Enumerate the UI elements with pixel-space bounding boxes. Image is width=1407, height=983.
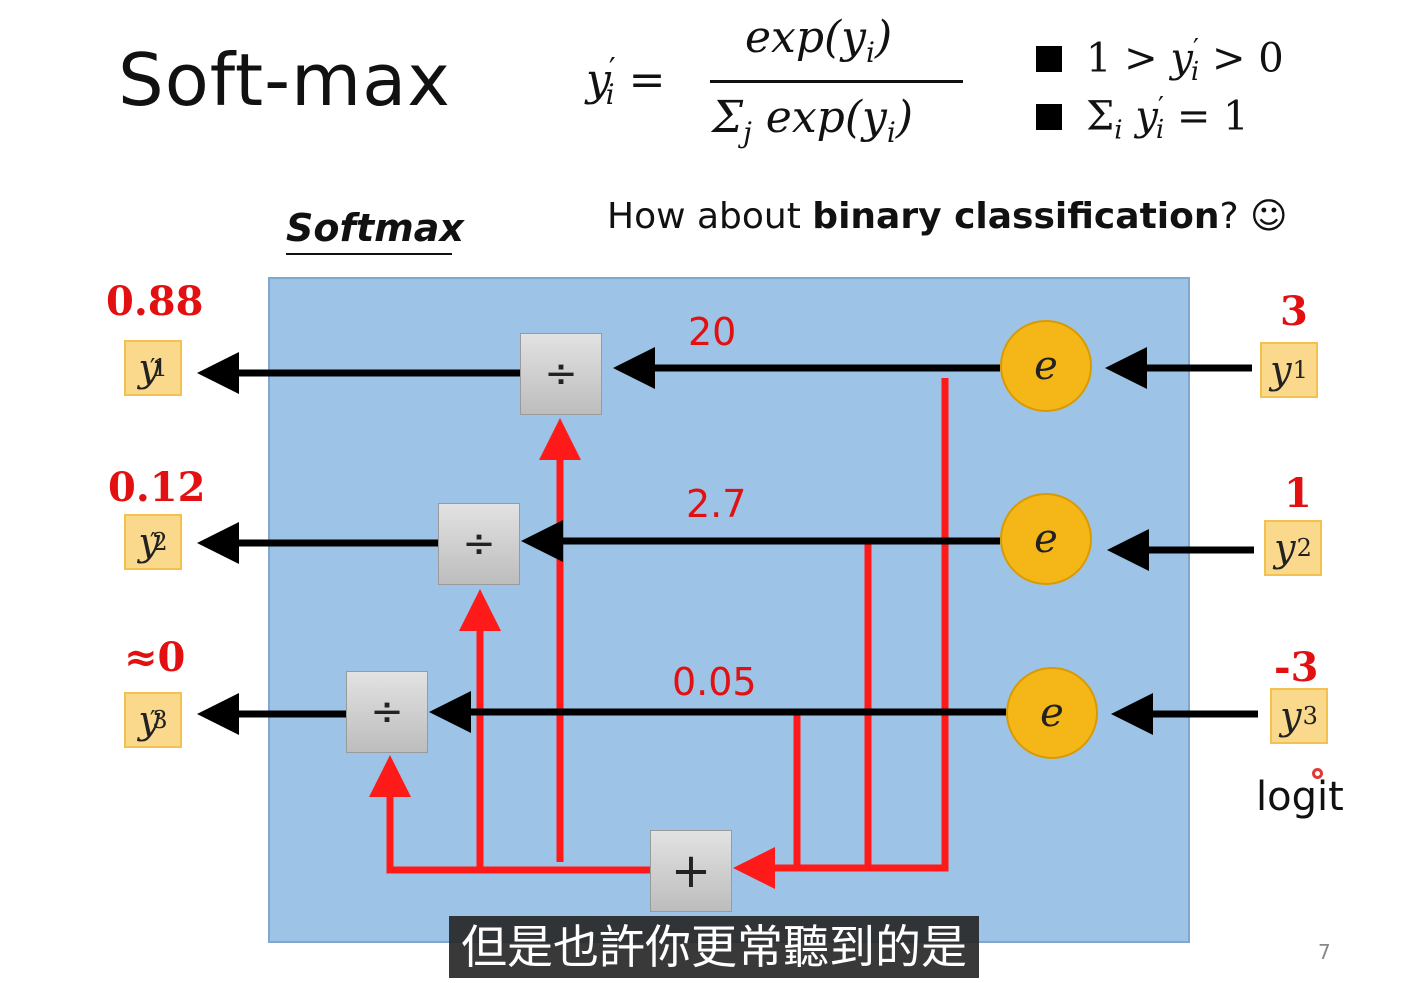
output-box-3: y ′ 3 <box>124 692 182 748</box>
laser-pointer-icon <box>1312 768 1323 779</box>
exp-value-3: 0.05 <box>672 660 757 704</box>
input-box-2: y2 <box>1264 520 1322 576</box>
exp-node-3: e <box>1006 667 1098 759</box>
input-value-1: 3 <box>1280 288 1308 335</box>
video-subtitle-caption: 但是也許你更常聽到的是 <box>449 916 979 978</box>
red-sum-wires <box>369 378 949 889</box>
divide-node-1: ÷ <box>520 333 602 415</box>
output-box-2: y ′ 2 <box>124 514 182 570</box>
page-number: 7 <box>1318 940 1331 964</box>
logit-label: logit <box>1256 774 1344 820</box>
input-value-2: 1 <box>1284 470 1312 517</box>
sum-node: + <box>650 830 732 912</box>
input-value-3: -3 <box>1274 644 1319 691</box>
exp-node-1: e <box>1000 320 1092 412</box>
exp-node-2: e <box>1000 493 1092 585</box>
divide-node-3: ÷ <box>346 671 428 753</box>
slide: Soft-max y′i = exp(yi) Σj exp(yi) 1 > y′… <box>0 0 1407 983</box>
output-value-1: 0.88 <box>106 278 204 325</box>
sum-out-3 <box>369 755 650 874</box>
output-value-3: ≈0 <box>124 634 186 681</box>
output-box-1: y ′ 1 <box>124 340 182 396</box>
sum-tap-1 <box>733 378 949 889</box>
exp-value-2: 2.7 <box>686 482 747 526</box>
divide-node-2: ÷ <box>438 503 520 585</box>
input-box-1: y1 <box>1260 342 1318 398</box>
input-box-3: y3 <box>1270 688 1328 744</box>
output-value-2: 0.12 <box>108 464 206 511</box>
exp-value-1: 20 <box>688 310 737 354</box>
